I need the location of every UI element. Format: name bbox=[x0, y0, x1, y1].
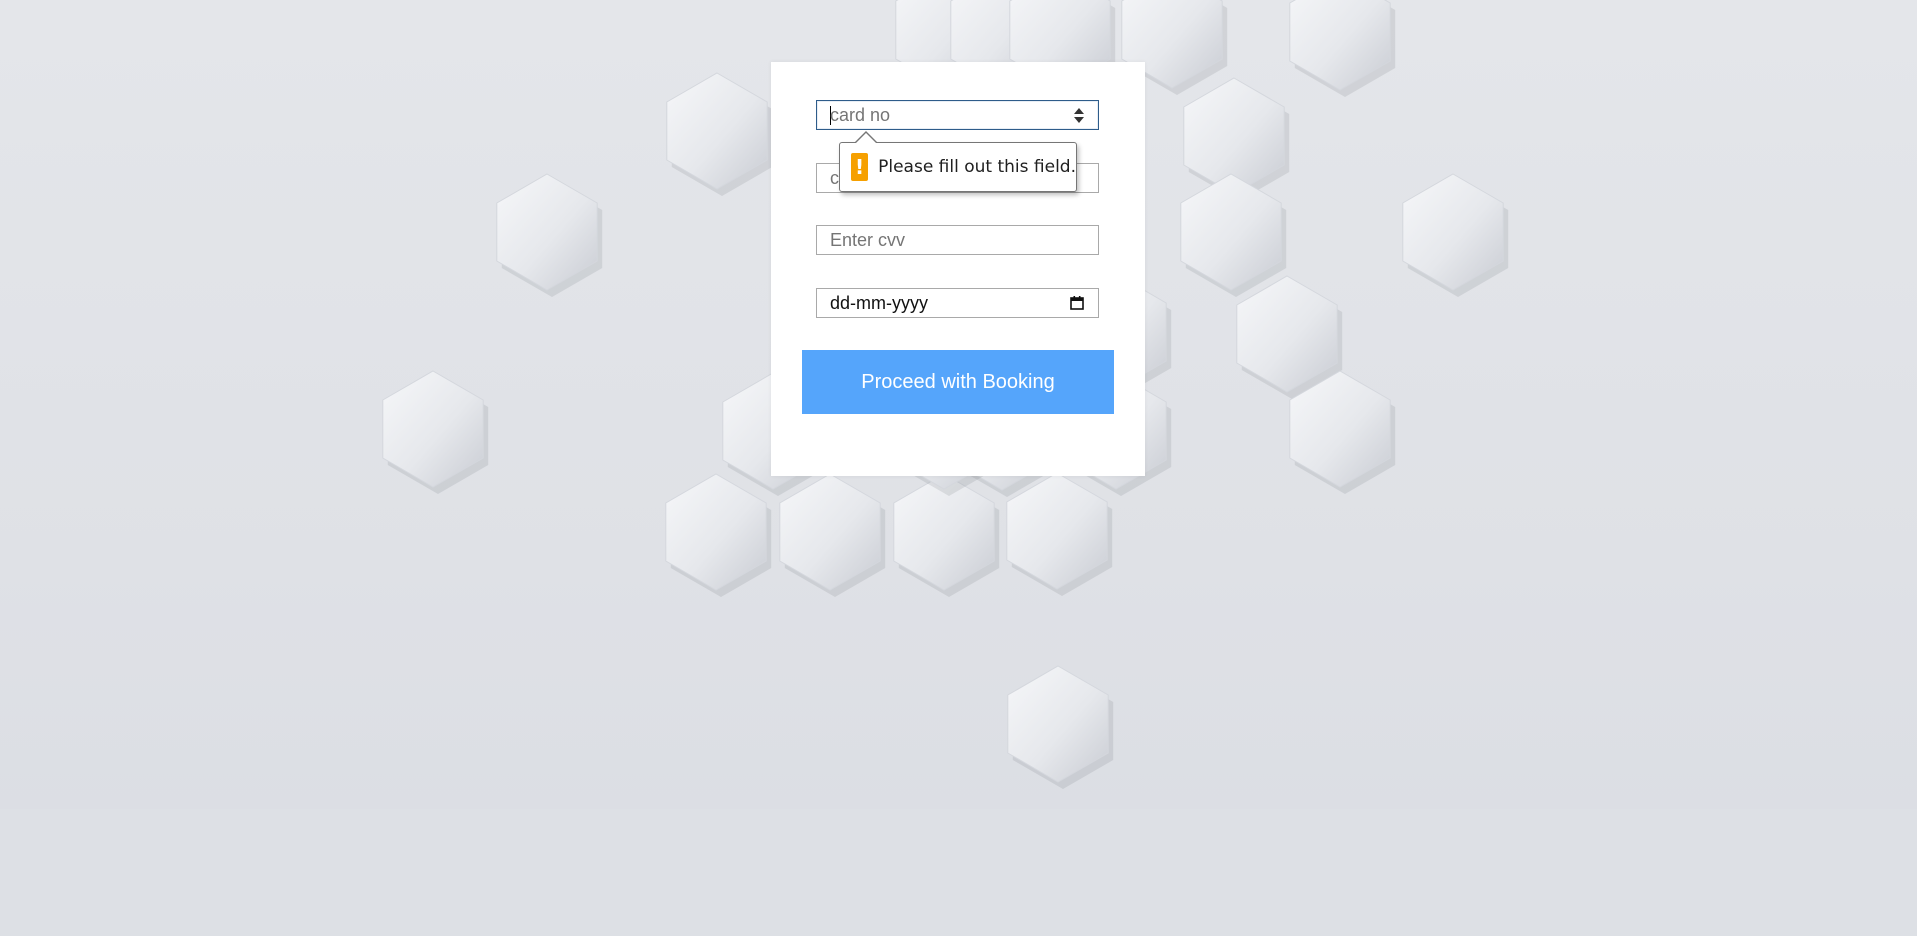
bottom-band bbox=[0, 809, 1917, 936]
date-value: dd-mm-yyyy bbox=[830, 292, 928, 313]
spinner-up-icon[interactable] bbox=[1074, 108, 1084, 114]
cvv-input[interactable]: Enter cvv bbox=[816, 225, 1099, 255]
card-holder-placeholder: c bbox=[830, 167, 839, 188]
calendar-icon[interactable] bbox=[1070, 296, 1084, 310]
proceed-with-booking-button[interactable]: Proceed with Booking bbox=[802, 350, 1114, 414]
card-number-placeholder: card no bbox=[830, 104, 891, 125]
validation-message: Please fill out this field. bbox=[878, 157, 1076, 177]
tooltip-arrow-fill bbox=[855, 133, 877, 144]
payment-card: card no c Enter cvv dd-mm-yyyy Proceed w… bbox=[771, 62, 1145, 476]
spinner-down-icon[interactable] bbox=[1074, 117, 1084, 123]
warning-icon: ! bbox=[851, 153, 869, 181]
card-number-input[interactable]: card no bbox=[816, 100, 1099, 130]
validation-tooltip: ! Please fill out this field. bbox=[839, 131, 1077, 192]
cvv-placeholder: Enter cvv bbox=[830, 229, 906, 250]
spinner-icon[interactable] bbox=[1073, 107, 1085, 125]
expiry-date-input[interactable]: dd-mm-yyyy bbox=[816, 288, 1099, 318]
